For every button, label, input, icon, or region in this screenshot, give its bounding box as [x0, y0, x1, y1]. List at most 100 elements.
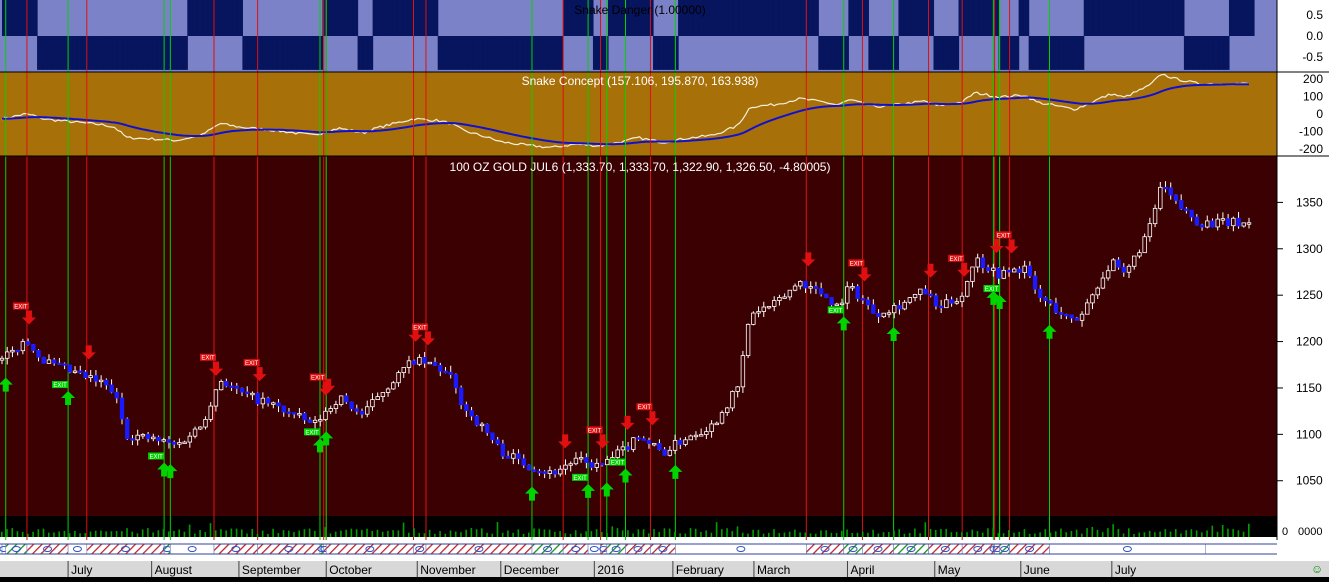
candle-body: [651, 443, 657, 446]
danger-bar: [868, 36, 874, 70]
price-tick-label: 1200: [1296, 335, 1323, 349]
danger-bar: [913, 0, 920, 37]
candle-body: [458, 387, 464, 406]
danger-bar: [743, 0, 749, 37]
danger-bar: [227, 0, 233, 37]
volume-bar: [199, 530, 201, 537]
candle-body: [239, 387, 245, 393]
candle-body: [959, 295, 965, 303]
month-label: September: [242, 563, 301, 577]
candle-body: [359, 410, 365, 415]
candle-body: [307, 419, 313, 423]
candle-body: [615, 449, 620, 458]
danger-bar: [197, 0, 203, 37]
candle-body: [547, 470, 553, 474]
volume-bar: [1138, 532, 1141, 537]
danger-bar: [1249, 0, 1255, 37]
volume-bar: [439, 531, 441, 537]
danger-bar: [547, 36, 554, 70]
volume-bar: [1169, 531, 1172, 537]
candle-body: [114, 391, 119, 399]
volume-bar: [861, 531, 864, 537]
candle-body: [156, 436, 161, 442]
candle-body: [850, 286, 855, 289]
danger-bar: [527, 36, 534, 70]
danger-bar: [157, 36, 163, 70]
danger-bar: [37, 36, 43, 70]
volume-bar: [1206, 530, 1208, 537]
volume-bar: [731, 531, 734, 537]
danger-bar: [62, 36, 68, 70]
candle-body: [281, 405, 286, 413]
volume-bar: [783, 532, 786, 537]
danger-bar: [1138, 0, 1145, 37]
danger-bar: [1098, 0, 1105, 37]
volume-bar: [835, 533, 838, 537]
price-tick-label: 1100: [1296, 427, 1322, 441]
danger-bar: [713, 0, 719, 37]
danger-bar: [808, 0, 814, 37]
volume-bar: [267, 533, 269, 537]
volume-bar: [1164, 529, 1167, 537]
volume-bar: [893, 530, 895, 537]
candle-body: [323, 410, 328, 420]
volume-bar: [548, 529, 551, 537]
candle-body: [72, 370, 78, 373]
danger-bar: [357, 36, 364, 70]
candle-body: [714, 422, 720, 426]
buy-exit-tag: EXIT: [983, 285, 1000, 293]
danger-tick-label: 0.0: [1306, 29, 1323, 43]
danger-bar: [187, 0, 193, 37]
candle-body: [119, 397, 125, 420]
volume-bar: [287, 530, 290, 537]
candle-body: [578, 457, 584, 460]
candle-body: [495, 439, 500, 445]
candle-body: [599, 462, 605, 466]
volume-bar: [700, 532, 702, 537]
candle-body: [1105, 270, 1111, 279]
volume-bar: [1107, 528, 1109, 537]
volume-bar: [162, 529, 165, 537]
volume-bar: [392, 530, 394, 537]
candle-body: [897, 305, 902, 310]
candle-body: [51, 359, 57, 364]
danger-bar: [202, 0, 208, 37]
volume-bar: [470, 527, 473, 537]
volume-bar: [225, 530, 227, 537]
volume-bar: [293, 532, 295, 537]
danger-bar: [242, 36, 248, 70]
volume-bar: [481, 528, 483, 537]
volume-bar: [908, 532, 911, 537]
volume-bar: [1211, 525, 1214, 537]
candle-body: [829, 297, 834, 306]
candle-body: [646, 439, 652, 444]
volume-bar: [355, 529, 358, 537]
candle-body: [521, 458, 526, 466]
volume-bar: [42, 528, 45, 537]
volume-bar: [131, 531, 134, 537]
exit-tag-label: EXIT: [245, 361, 259, 367]
month-label: August: [155, 563, 193, 577]
danger-bar: [838, 36, 844, 70]
candle-body: [745, 323, 751, 356]
danger-bar: [467, 36, 474, 70]
volume-bar: [903, 533, 906, 537]
smiley-icon[interactable]: ☺: [1311, 562, 1323, 576]
candle-body: [839, 302, 845, 306]
candle-body: [234, 385, 239, 389]
candle-body: [938, 305, 944, 309]
danger-bar: [1173, 0, 1180, 37]
candle-body: [318, 419, 323, 422]
danger-bar: [232, 0, 238, 37]
danger-bar: [292, 36, 299, 70]
danger-bar: [848, 0, 854, 37]
candle-body: [474, 415, 479, 426]
volume-bar: [1039, 532, 1041, 537]
danger-bar: [272, 36, 279, 70]
danger-bar: [1183, 36, 1190, 70]
danger-bar: [1068, 36, 1075, 70]
candle-body: [265, 397, 271, 404]
candle-body: [954, 301, 960, 304]
danger-bar: [182, 36, 188, 70]
month-label: February: [676, 563, 724, 577]
